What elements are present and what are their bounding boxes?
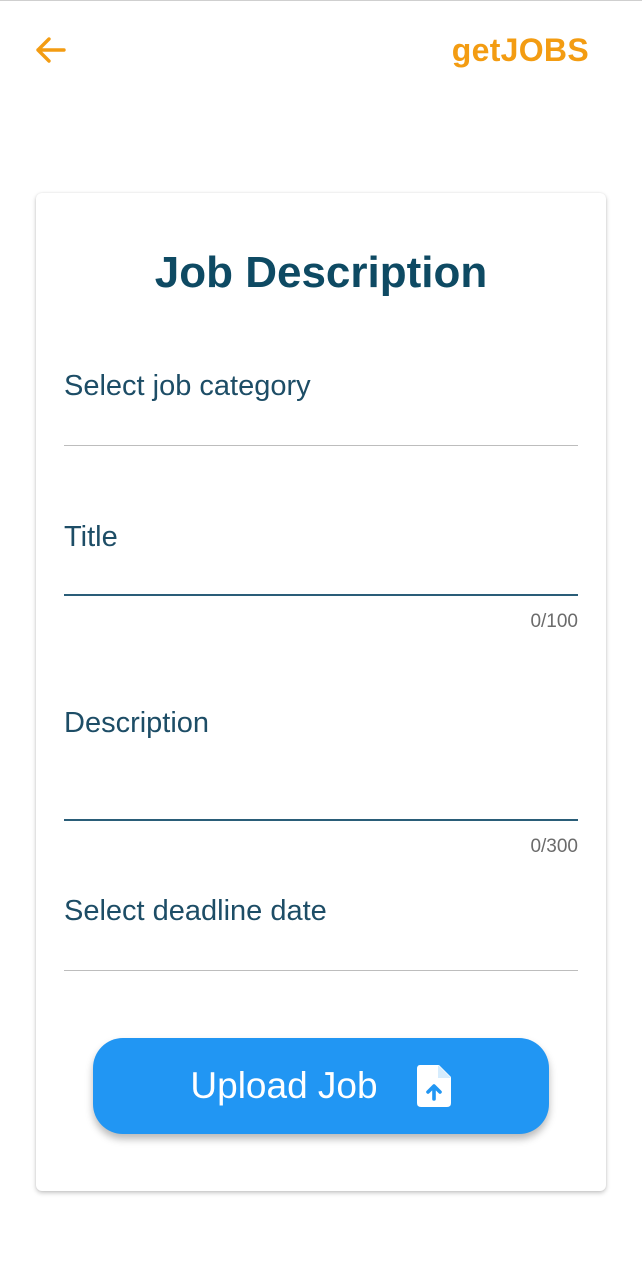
form-title: Job Description [154, 248, 488, 297]
arrow-left-icon [34, 36, 66, 69]
title-label: Title [64, 521, 118, 553]
job-category-label: Select job category [64, 370, 311, 402]
description-char-counter: 0/300 [530, 836, 578, 857]
description-label: Description [64, 707, 210, 739]
description-underline [64, 819, 578, 821]
back-button[interactable] [30, 32, 70, 72]
deadline-underline [64, 970, 578, 971]
deadline-label: Select deadline date [64, 895, 327, 927]
job-category-underline [64, 445, 578, 446]
app-bar: getJOBS [0, 0, 642, 100]
job-form-card: Job Description Select job category Titl… [36, 193, 606, 1191]
upload-job-label: Upload Job [190, 1065, 378, 1106]
upload-job-button[interactable]: Upload Job [93, 1038, 549, 1134]
title-char-counter: 0/100 [530, 611, 578, 632]
brand-title: getJOBS [451, 32, 589, 68]
title-underline [64, 594, 578, 596]
file-upload-icon [416, 1064, 452, 1108]
